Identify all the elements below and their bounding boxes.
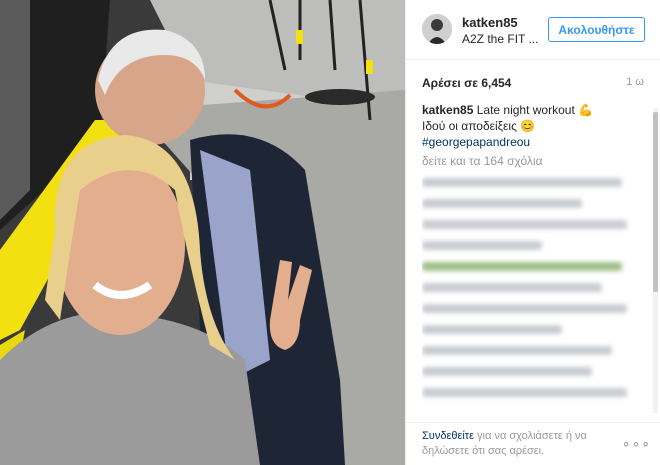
- scrollbar-thumb[interactable]: [653, 112, 658, 292]
- location-link[interactable]: A2Z the FIT ...: [462, 32, 538, 46]
- caption-text-line1: Late night workout: [476, 103, 575, 117]
- blurred-comment: [422, 283, 602, 292]
- post-caption: katken85 Late night workout 💪 Ιδού οι απ…: [422, 102, 644, 134]
- username-link[interactable]: katken85: [462, 15, 518, 30]
- blurred-comments: [422, 178, 627, 410]
- post-timestamp: 1 ω: [626, 76, 644, 88]
- blurred-comment: [422, 262, 622, 271]
- login-prompt: Συνδεθείτε για να σχολιάσετε ή να δηλώσε…: [422, 429, 622, 459]
- gym-selfie-image: [0, 0, 405, 465]
- smile-icon: 😊: [520, 119, 536, 133]
- post-details-panel: katken85 A2Z the FIT ... Ακολουθήστε Αρέ…: [405, 0, 660, 465]
- blurred-comment: [422, 220, 627, 229]
- blurred-comment: [422, 346, 612, 355]
- post-header: katken85 A2Z the FIT ... Ακολουθήστε: [406, 0, 660, 60]
- login-footer: Συνδεθείτε για να σχολιάσετε ή να δηλώσε…: [406, 422, 660, 465]
- post-photo[interactable]: [0, 0, 405, 465]
- blurred-comment: [422, 304, 627, 313]
- avatar[interactable]: [422, 14, 452, 44]
- blurred-comment: [422, 325, 562, 334]
- blurred-comment: [422, 388, 627, 397]
- avatar-image: [422, 14, 452, 44]
- flexed-biceps-icon: 💪: [578, 103, 594, 117]
- comments-section: katken85 Late night workout 💪 Ιδού οι απ…: [422, 102, 644, 415]
- caption-username[interactable]: katken85: [422, 103, 473, 117]
- blurred-comment: [422, 178, 622, 187]
- likes-count[interactable]: Αρέσει σε 6,454: [422, 76, 511, 90]
- blurred-comment: [422, 199, 582, 208]
- blurred-comment: [422, 241, 542, 250]
- caption-text-line2: Ιδού οι αποδείξεις: [422, 119, 517, 133]
- hashtag-link[interactable]: #georgepapandreou: [422, 134, 644, 150]
- blurred-comment: [422, 367, 592, 376]
- view-all-comments-link[interactable]: δείτε και τα 164 σχόλια: [422, 152, 644, 170]
- follow-button[interactable]: Ακολουθήστε: [548, 17, 645, 42]
- more-options-icon[interactable]: ∘∘∘: [622, 435, 651, 452]
- login-link[interactable]: Συνδεθείτε: [422, 430, 474, 442]
